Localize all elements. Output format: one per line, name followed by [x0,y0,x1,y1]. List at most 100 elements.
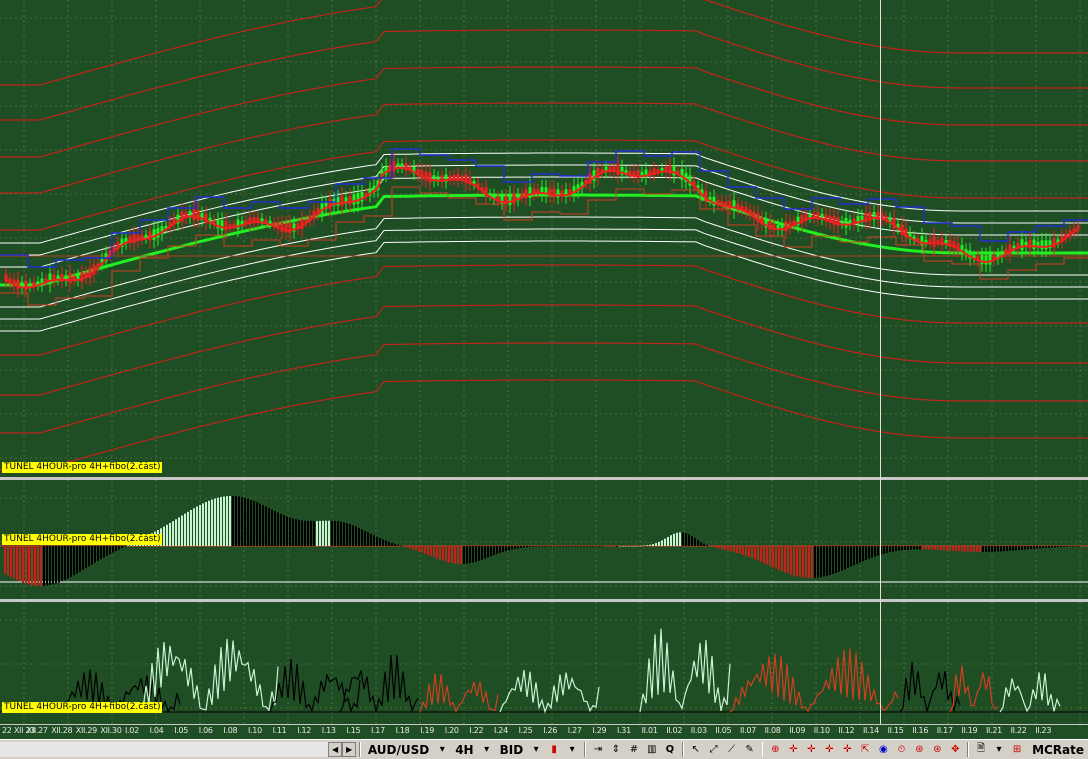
histogram-bar [1015,546,1017,551]
histogram-bar [1042,546,1044,549]
price-type-selector[interactable]: BID [500,743,524,757]
histogram-bar [1003,546,1005,552]
autoscale-icon[interactable]: ⇕ [608,741,624,758]
time-tick-label: I.25 [518,726,533,735]
histogram-bar [382,539,384,546]
histogram-bar [628,545,630,547]
symbol-selector[interactable]: AUD/USD [368,743,429,757]
histogram-bar [67,546,69,579]
chart-scrollbar[interactable]: ◀ ▶ [0,741,357,758]
time-tick-label: I.24 [494,726,508,735]
histogram-bar [415,546,417,551]
chevron-down-icon[interactable]: ▾ [564,741,580,758]
histogram-bar [1021,546,1023,550]
histogram-bar [37,546,39,586]
histogram-bar [124,546,126,547]
zoom-icon[interactable]: ⊕ [767,741,783,758]
move-icon[interactable]: ✥ [947,741,963,758]
candle-type-icon[interactable]: ▮ [546,741,562,758]
oscillator-pane[interactable]: TUNEL 4HOUR-pro 4H+fibo(2.část) [0,480,1088,599]
histogram-bar [427,546,429,555]
line-indicator-pane[interactable]: TUNEL 4HOUR-pro 4H+fibo(2.část) [0,602,1088,724]
cursor-icon[interactable]: ↖ [688,741,704,758]
pencil-icon[interactable]: ✎ [742,741,758,758]
histogram-bar [55,546,57,584]
crosshair-icon[interactable]: ✛ [803,741,819,758]
price-chart[interactable] [0,0,1088,476]
histogram-bar [73,546,75,576]
candle-body [932,235,936,247]
time-tick-label: II.02 [666,726,683,735]
timer-icon[interactable]: ⏲ [893,741,909,758]
candle-body [984,255,988,265]
histogram-bar [970,546,972,552]
time-tick-label: II.03 [690,726,707,735]
histogram-bar [586,546,588,547]
shift-chart-icon[interactable]: ⇥ [590,741,606,758]
time-tick-label: II.23 [1035,726,1052,735]
chevron-down-icon[interactable]: ▾ [479,741,495,758]
chevron-down-icon[interactable]: ▾ [528,741,544,758]
crosshair-icon[interactable]: ✛ [785,741,801,758]
trend-tool-icon[interactable]: ⟋ [724,741,740,758]
volume-icon[interactable]: ▥ [644,741,660,758]
arrow-tool-icon[interactable]: ⇱ [857,741,873,758]
line-indicator-chart[interactable] [0,602,1088,724]
histogram-bar [322,520,324,546]
histogram-bar [541,546,543,547]
chevron-down-icon[interactable]: ▾ [991,741,1007,758]
histogram-bar [1045,546,1047,548]
tunnel-band-red [0,29,1088,121]
histogram-bar [100,546,102,560]
histogram-bar [376,536,378,546]
histogram-bar [1048,546,1050,548]
toolbox-icon[interactable]: ⊞ [1009,741,1025,758]
time-tick-label: I.31 [617,726,631,735]
time-tick-label: II.21 [986,726,1002,735]
histogram-bar [841,546,843,571]
target-icon[interactable]: ⊛ [911,741,927,758]
histogram-bar [892,546,894,552]
globe-icon[interactable]: ◉ [875,741,891,758]
grid-icon[interactable]: # [626,741,642,758]
histogram-bar [613,546,615,547]
candle-body [528,187,532,198]
draw-line-icon[interactable]: ⤢ [706,741,722,758]
histogram-bar [304,520,306,546]
crosshair-icon[interactable]: ✛ [821,741,837,758]
histogram-bar [466,546,468,564]
time-tick-label: II.14 [863,726,879,735]
indicator-line [999,672,1061,713]
scroll-right-button[interactable]: ▶ [342,742,357,757]
rates-window-button[interactable]: MCRate [1032,743,1084,757]
scroll-track[interactable] [0,742,329,757]
histogram-bar [793,546,795,576]
oscillator-histogram[interactable] [0,480,1088,599]
histogram-bar [301,520,303,546]
histogram-bar [814,546,816,578]
histogram-bar [508,546,510,551]
tunnel-band-red [0,379,1088,471]
histogram-bar [439,546,441,560]
time-tick-label: I.10 [248,726,262,735]
crosshair-icon[interactable]: ✛ [839,741,855,758]
document-icon[interactable]: 🗎 [973,741,989,758]
histogram-bar [775,546,777,569]
scroll-left-button[interactable]: ◀ [328,742,343,757]
candle-body [196,210,200,221]
histogram-bar [553,546,555,547]
timeframe-selector[interactable]: 4H [455,743,473,757]
histogram-bar [1078,546,1080,547]
histogram-bar [418,546,420,552]
histogram-bar [856,546,858,564]
chevron-down-icon[interactable]: ▾ [434,741,450,758]
time-tick-label: II.12 [838,726,855,735]
histogram-bar [517,546,519,549]
histogram-bar [973,546,975,552]
quote-icon[interactable]: Q [662,741,678,758]
main-chart-pane[interactable]: TUNEL 4HOUR-pro 4H+fibo(2.část) [0,0,1088,476]
target-icon[interactable]: ⊛ [929,741,945,758]
histogram-bar [178,517,180,546]
histogram-bar [349,524,351,546]
histogram-bar [409,546,411,549]
